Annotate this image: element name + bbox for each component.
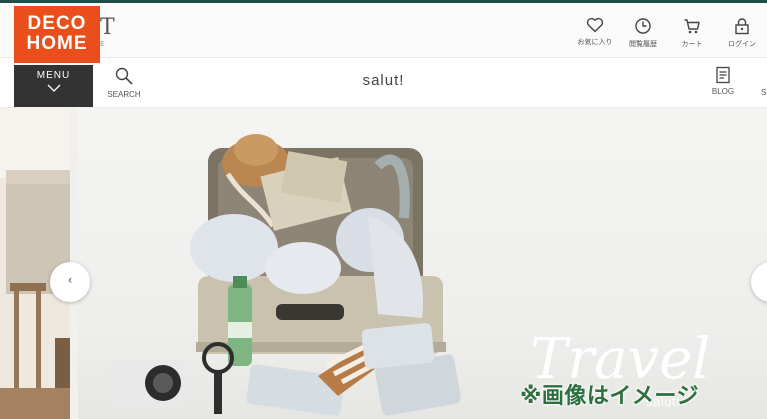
document-icon bbox=[716, 66, 730, 84]
deco-home-badge: DECO HOME bbox=[14, 6, 100, 63]
shop-title[interactable]: salut! bbox=[0, 72, 767, 89]
blog-label: BLOG bbox=[711, 87, 735, 96]
nav-item-cut-label[interactable]: S bbox=[761, 88, 766, 97]
site-logo-subtext: E bbox=[100, 40, 106, 48]
cart-icon bbox=[684, 19, 700, 34]
favorites-button[interactable]: お気に入り bbox=[573, 17, 617, 47]
badge-line-2: HOME bbox=[26, 33, 88, 54]
site-logo-partial[interactable]: T bbox=[100, 15, 115, 40]
main-nav-bar: MENU SEARCH salut! BLOG S bbox=[0, 58, 767, 108]
lock-icon bbox=[735, 18, 749, 35]
header-utility-bar: T E お気に入り 閲覧履歴 カート ログイン bbox=[0, 3, 767, 58]
heart-icon bbox=[586, 17, 604, 33]
carousel-prev-button[interactable]: ‹ bbox=[50, 262, 90, 302]
badge-line-1: DECO bbox=[27, 13, 87, 34]
cart-button[interactable]: カート bbox=[670, 17, 714, 49]
login-button[interactable]: ログイン bbox=[720, 17, 764, 49]
search-label: SEARCH bbox=[107, 90, 141, 99]
image-disclaimer-note: ※画像はイメージ bbox=[520, 384, 699, 409]
chevron-left-icon: ‹ bbox=[67, 273, 73, 287]
cart-label: カート bbox=[681, 40, 703, 48]
favorites-label: お気に入り bbox=[577, 38, 613, 46]
clock-icon bbox=[635, 18, 651, 34]
history-label: 閲覧履歴 bbox=[629, 40, 657, 48]
history-button[interactable]: 閲覧履歴 bbox=[621, 17, 665, 49]
login-label: ログイン bbox=[728, 40, 756, 48]
hero-carousel: Travel salut! bbox=[0, 108, 767, 419]
blog-button[interactable]: BLOG bbox=[704, 66, 742, 96]
